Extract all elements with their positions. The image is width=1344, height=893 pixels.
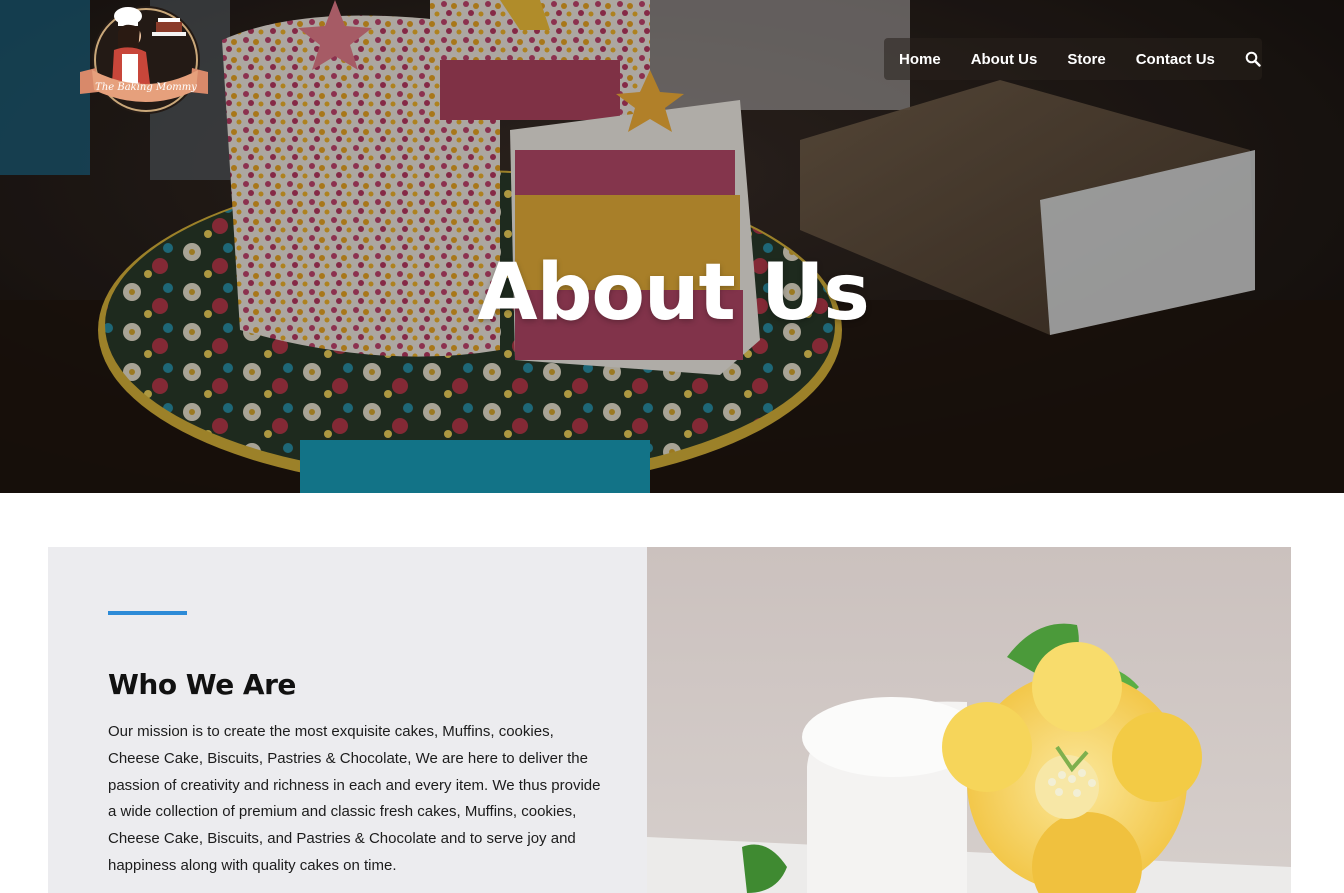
nav-item-about-us[interactable]: About Us (971, 51, 1038, 68)
section-title: Who We Are (108, 668, 296, 701)
who-we-are-text-panel: Who We Are Our mission is to create the … (48, 547, 647, 893)
flower-cake-image (647, 547, 1291, 893)
accent-divider (108, 611, 187, 615)
nav-item-home[interactable]: Home (899, 51, 941, 68)
search-icon[interactable] (1245, 50, 1262, 68)
nav-item-store[interactable]: Store (1067, 51, 1105, 68)
chef-woman-logo[interactable]: The Baking Mommy (78, 2, 210, 117)
hero-banner: The Baking Mommy Home About Us Store Con… (0, 0, 1344, 493)
logo-brand-text: The Baking Mommy (95, 82, 197, 93)
main-nav: Home About Us Store Contact Us (884, 38, 1262, 80)
page-title: About Us (477, 248, 870, 339)
who-we-are-section: Who We Are Our mission is to create the … (48, 547, 1291, 893)
nav-item-contact-us[interactable]: Contact Us (1136, 51, 1215, 68)
section-body: Our mission is to create the most exquis… (108, 723, 601, 874)
